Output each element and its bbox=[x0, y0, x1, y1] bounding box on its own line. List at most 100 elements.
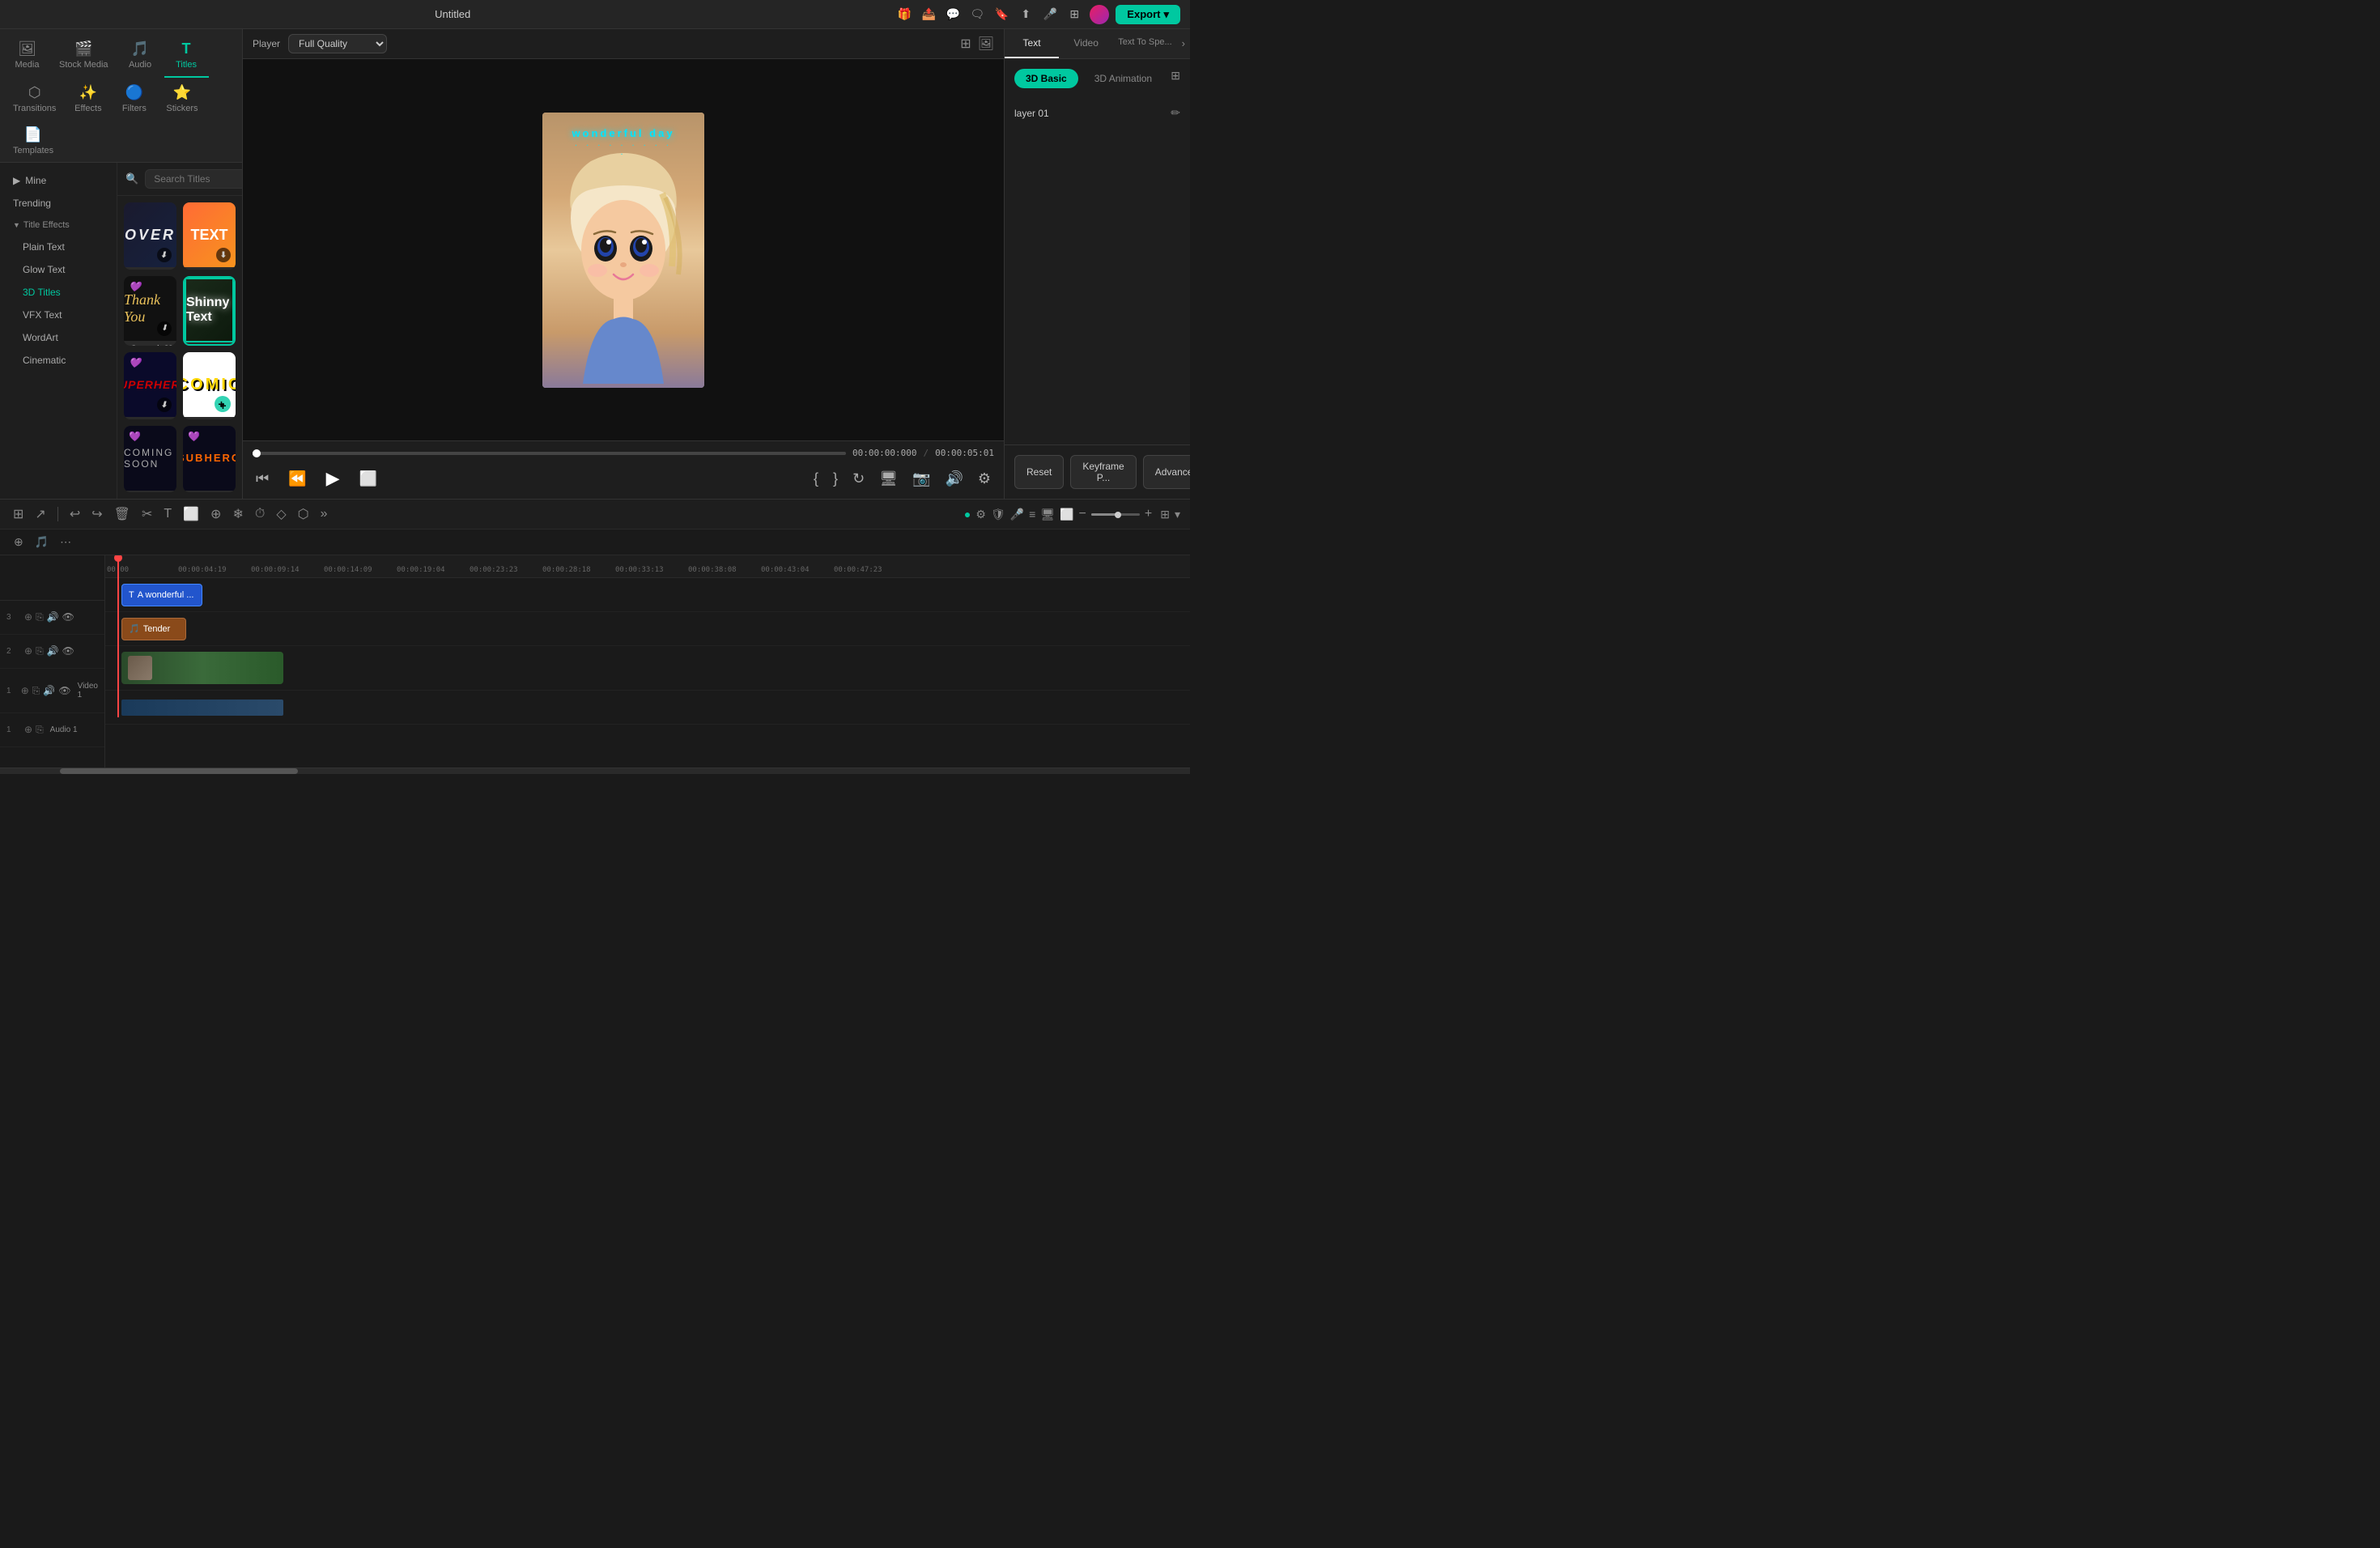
fullscreen-icon[interactable]: 🖼 bbox=[978, 36, 994, 52]
volume-icon[interactable]: 🔊 bbox=[941, 467, 966, 491]
download-icon[interactable]: ⬇ bbox=[216, 248, 231, 262]
track-clip-tender[interactable]: 🎵 Tender bbox=[121, 618, 186, 640]
track-add-icon[interactable]: ⊕ bbox=[24, 611, 32, 623]
step-back-button[interactable]: ⏪ bbox=[285, 467, 309, 491]
avatar[interactable] bbox=[1090, 5, 1109, 24]
rewind-button[interactable]: ⏮ bbox=[253, 467, 272, 491]
captions-icon[interactable]: 💬 bbox=[944, 6, 962, 23]
mic-icon[interactable]: 🎤 bbox=[1041, 6, 1059, 23]
track-add-icon[interactable]: ⊕ bbox=[24, 724, 32, 736]
play-button[interactable]: ▶ bbox=[323, 465, 343, 492]
tl-text-button[interactable]: T bbox=[160, 505, 175, 523]
tab-effects[interactable]: ✨ Effects bbox=[66, 79, 110, 120]
title-card-superhero[interactable]: 💜 SUPERHERO ⬇ Superhero Movie 3D Text 02 bbox=[124, 352, 176, 419]
split-view-icon[interactable]: ⊞ bbox=[960, 36, 971, 52]
right-tab-more-arrow[interactable]: › bbox=[1177, 29, 1190, 58]
tl-bookmark-icon[interactable]: ⬜ bbox=[1060, 508, 1073, 521]
tl-list-icon[interactable]: ≡ bbox=[1029, 508, 1035, 521]
title-card-curved3d02[interactable]: 💜 Thank You ⬇ Curved_3D_Text_02 bbox=[124, 276, 176, 347]
plus-icon[interactable]: + bbox=[215, 396, 231, 412]
quality-select[interactable]: Full Quality High Quality Medium Quality… bbox=[288, 34, 387, 53]
tree-mine[interactable]: ▶ Mine bbox=[0, 169, 117, 192]
tl-pip-button[interactable]: ⬡ bbox=[295, 504, 312, 524]
playhead[interactable] bbox=[117, 555, 119, 717]
bracket-close-icon[interactable]: } bbox=[830, 467, 841, 491]
tree-glow-text[interactable]: Glow Text bbox=[0, 258, 117, 281]
track-audio-icon[interactable]: 🔊 bbox=[47, 611, 59, 623]
chat-icon[interactable]: 🗨 bbox=[968, 6, 986, 23]
tl-cut-button[interactable]: ✂ bbox=[138, 504, 155, 524]
track-clip-title[interactable]: T A wonderful ... bbox=[121, 584, 202, 606]
right-tab-video[interactable]: Video bbox=[1059, 29, 1113, 58]
tree-cinematic[interactable]: Cinematic bbox=[0, 349, 117, 372]
tab-transitions[interactable]: ⬡ Transitions bbox=[5, 79, 64, 120]
tree-vfx-text[interactable]: VFX Text bbox=[0, 304, 117, 326]
stop-button[interactable]: ⬜ bbox=[356, 467, 380, 491]
tree-plain-text[interactable]: Plain Text bbox=[0, 236, 117, 258]
tl-status-settings[interactable]: ⚙ bbox=[975, 508, 986, 521]
title-card-curved3d04[interactable]: TEXT ⬇ Curved 3D Text 04 bbox=[183, 202, 236, 270]
tl-mask-button[interactable]: ◇ bbox=[273, 504, 289, 524]
title-card-shinny[interactable]: Shinny Text Shinny 3D Title bbox=[183, 276, 236, 347]
tl-speed-button[interactable]: ⏱ bbox=[252, 505, 268, 523]
tl-crop-button[interactable]: ⬜ bbox=[180, 504, 202, 524]
tl-freeze-button[interactable]: ❄ bbox=[229, 504, 246, 524]
title-card-comic[interactable]: COMIC + Retro Comic 3D Title bbox=[183, 352, 236, 419]
track-clip-video[interactable] bbox=[121, 652, 283, 684]
send-icon[interactable]: 📤 bbox=[920, 6, 937, 23]
title-card-subhero[interactable]: 💜 SUBHERO Sub Hero bbox=[183, 426, 236, 493]
tab-media[interactable]: 🖼 Media bbox=[5, 36, 49, 78]
screenshot-icon[interactable]: 📷 bbox=[909, 467, 933, 491]
tl-undo-button[interactable]: ↩ bbox=[66, 504, 83, 524]
zoom-slider[interactable] bbox=[1091, 513, 1140, 516]
tl-more-button[interactable]: » bbox=[317, 505, 331, 523]
sub-tab-3d-animation[interactable]: 3D Animation bbox=[1083, 69, 1163, 88]
tab-titles[interactable]: T Titles bbox=[164, 36, 209, 78]
progress-bar[interactable] bbox=[253, 452, 846, 455]
bookmark-icon[interactable]: 🔖 bbox=[992, 6, 1010, 23]
tl-screen-icon[interactable]: 🖥 bbox=[1040, 508, 1055, 521]
track-copy-icon[interactable]: ⎘ bbox=[32, 685, 40, 697]
title-card-comingsoon[interactable]: 💜 COMING SOON Coming Soon bbox=[124, 426, 176, 493]
track-clip-audio[interactable] bbox=[121, 700, 283, 716]
tl-transform-button[interactable]: ⊕ bbox=[207, 504, 224, 524]
tab-audio[interactable]: 🎵 Audio bbox=[118, 36, 163, 78]
add-media-button[interactable]: ⊕ bbox=[10, 533, 28, 551]
search-input[interactable] bbox=[145, 169, 242, 189]
track-copy-icon[interactable]: ⎘ bbox=[36, 611, 44, 623]
export-button[interactable]: Export ▾ bbox=[1116, 5, 1180, 24]
tl-mic-icon[interactable]: 🎤 bbox=[1010, 508, 1024, 521]
tree-3d-titles[interactable]: 3D Titles bbox=[0, 281, 117, 304]
track-add-icon[interactable]: ⊕ bbox=[24, 645, 32, 657]
gift-icon[interactable]: 🎁 bbox=[895, 6, 913, 23]
bracket-open-icon[interactable]: { bbox=[810, 467, 822, 491]
tab-stickers[interactable]: ⭐ Stickers bbox=[158, 79, 206, 120]
tree-trending[interactable]: Trending bbox=[0, 192, 117, 215]
add-audio-button[interactable]: 🎵 bbox=[31, 533, 53, 551]
tl-cursor-button[interactable]: ↗ bbox=[32, 504, 49, 524]
track-copy-icon[interactable]: ⎘ bbox=[36, 724, 44, 736]
track-audio-icon[interactable]: 🔊 bbox=[43, 685, 55, 697]
track-eye-icon[interactable]: 👁 bbox=[58, 685, 70, 697]
tab-templates[interactable]: 📄 Templates bbox=[5, 121, 62, 162]
loop-icon[interactable]: ↻ bbox=[849, 467, 868, 491]
zoom-in-button[interactable]: + bbox=[1145, 507, 1152, 521]
timeline-scrollbar[interactable] bbox=[0, 768, 1190, 774]
tree-title-effects-header[interactable]: ▼ Title Effects bbox=[0, 215, 117, 236]
track-copy-icon[interactable]: ⎘ bbox=[36, 645, 44, 657]
keyframe-button[interactable]: Keyframe P... bbox=[1070, 455, 1136, 489]
advanced-button[interactable]: Advanced bbox=[1143, 455, 1190, 489]
grid-icon[interactable]: ⊞ bbox=[1065, 6, 1083, 23]
tab-filters[interactable]: 🔵 Filters bbox=[112, 79, 156, 120]
tl-layout-icon[interactable]: ⊞ bbox=[1160, 508, 1170, 521]
sub-tab-3d-basic[interactable]: 3D Basic bbox=[1014, 69, 1078, 88]
track-eye-icon[interactable]: 👁 bbox=[62, 645, 74, 657]
right-tab-text-to-speech[interactable]: Text To Spe... bbox=[1113, 29, 1176, 58]
screen-icon[interactable]: 🖥 bbox=[876, 467, 901, 491]
tl-chevron-icon[interactable]: ▾ bbox=[1175, 508, 1180, 521]
upload-icon[interactable]: ⬆ bbox=[1017, 6, 1035, 23]
settings-icon[interactable]: ⚙ bbox=[975, 467, 994, 491]
track-add-icon[interactable]: ⊕ bbox=[21, 685, 29, 697]
download-icon[interactable]: ⬇ bbox=[157, 248, 172, 262]
tab-stock-media[interactable]: 🎬 Stock Media bbox=[51, 36, 117, 78]
